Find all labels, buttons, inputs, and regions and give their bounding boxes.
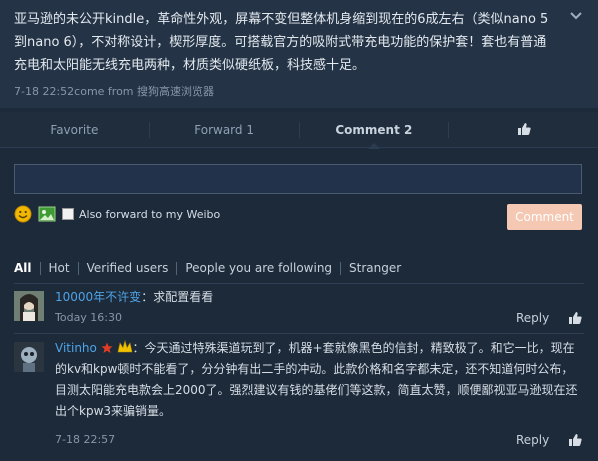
filter-following[interactable]: People you are following [176, 262, 340, 275]
avatar[interactable] [14, 342, 44, 372]
post-text: 亚马逊的未公开kindle，革命性外观，屏幕不变但整体机身缩到现在的6成左右（类… [14, 12, 549, 73]
comment-author[interactable]: 10000年不许变 [55, 290, 141, 304]
filter-stranger[interactable]: Stranger [340, 262, 409, 275]
comment-time: Today 16:30 [55, 311, 123, 324]
filter-all[interactable]: All [14, 262, 40, 275]
reply-button[interactable]: Reply [516, 433, 549, 447]
post-meta: 7-18 22:52come from 搜狗高速浏览器 [14, 85, 215, 98]
weibo-post: 亚马逊的未公开kindle，革命性外观，屏幕不变但整体机身缩到现在的6成左右（类… [0, 0, 598, 108]
thumbs-up-icon [517, 122, 531, 135]
filter-hot[interactable]: Hot [39, 262, 78, 275]
comment-text: ：求配置看看 [141, 290, 214, 304]
divider [14, 283, 584, 284]
emoji-icon[interactable] [14, 205, 32, 223]
composer-tools: Also forward to my Weibo [14, 204, 220, 224]
comment-author[interactable]: Vitinho [55, 341, 97, 355]
comment-text: ：今天通过特殊渠道玩到了，机器+套就像黑色的信封，精致极了。和它一比，现在的kv… [55, 341, 578, 418]
comment-filters: All Hot Verified users People you are fo… [14, 262, 409, 275]
image-icon[interactable] [38, 205, 56, 223]
comment-time: 7-18 22:57 [55, 433, 116, 446]
divider [14, 333, 584, 334]
forward-checkbox-label: Also forward to my Weibo [79, 207, 221, 221]
reply-button[interactable]: Reply [516, 311, 549, 325]
comment-input[interactable] [14, 164, 582, 194]
comment-tab[interactable]: Comment 2 [300, 121, 450, 138]
thumbs-up-icon[interactable] [568, 433, 582, 447]
like-button[interactable] [449, 122, 598, 138]
action-bar: Favorite Forward 1 Comment 2 [0, 112, 598, 148]
crown-badge-icon [117, 340, 132, 353]
filter-verified[interactable]: Verified users [77, 262, 177, 275]
forward-checkbox[interactable] [62, 208, 74, 220]
chevron-down-icon[interactable] [568, 8, 584, 24]
active-tab-caret [368, 143, 380, 149]
comment-body: Vitinho ：今天通过特殊渠道玩到了，机器+套就像黑色的信封，精致极了。和它… [55, 338, 585, 422]
comment-body: 10000年不许变：求配置看看 [55, 287, 585, 308]
star-badge-icon [101, 342, 113, 353]
favorite-button[interactable]: Favorite [0, 121, 150, 138]
avatar[interactable] [14, 291, 44, 321]
forward-button[interactable]: Forward 1 [150, 121, 300, 138]
thumbs-up-icon[interactable] [568, 311, 582, 325]
comment-submit-button[interactable]: Comment [507, 204, 582, 230]
